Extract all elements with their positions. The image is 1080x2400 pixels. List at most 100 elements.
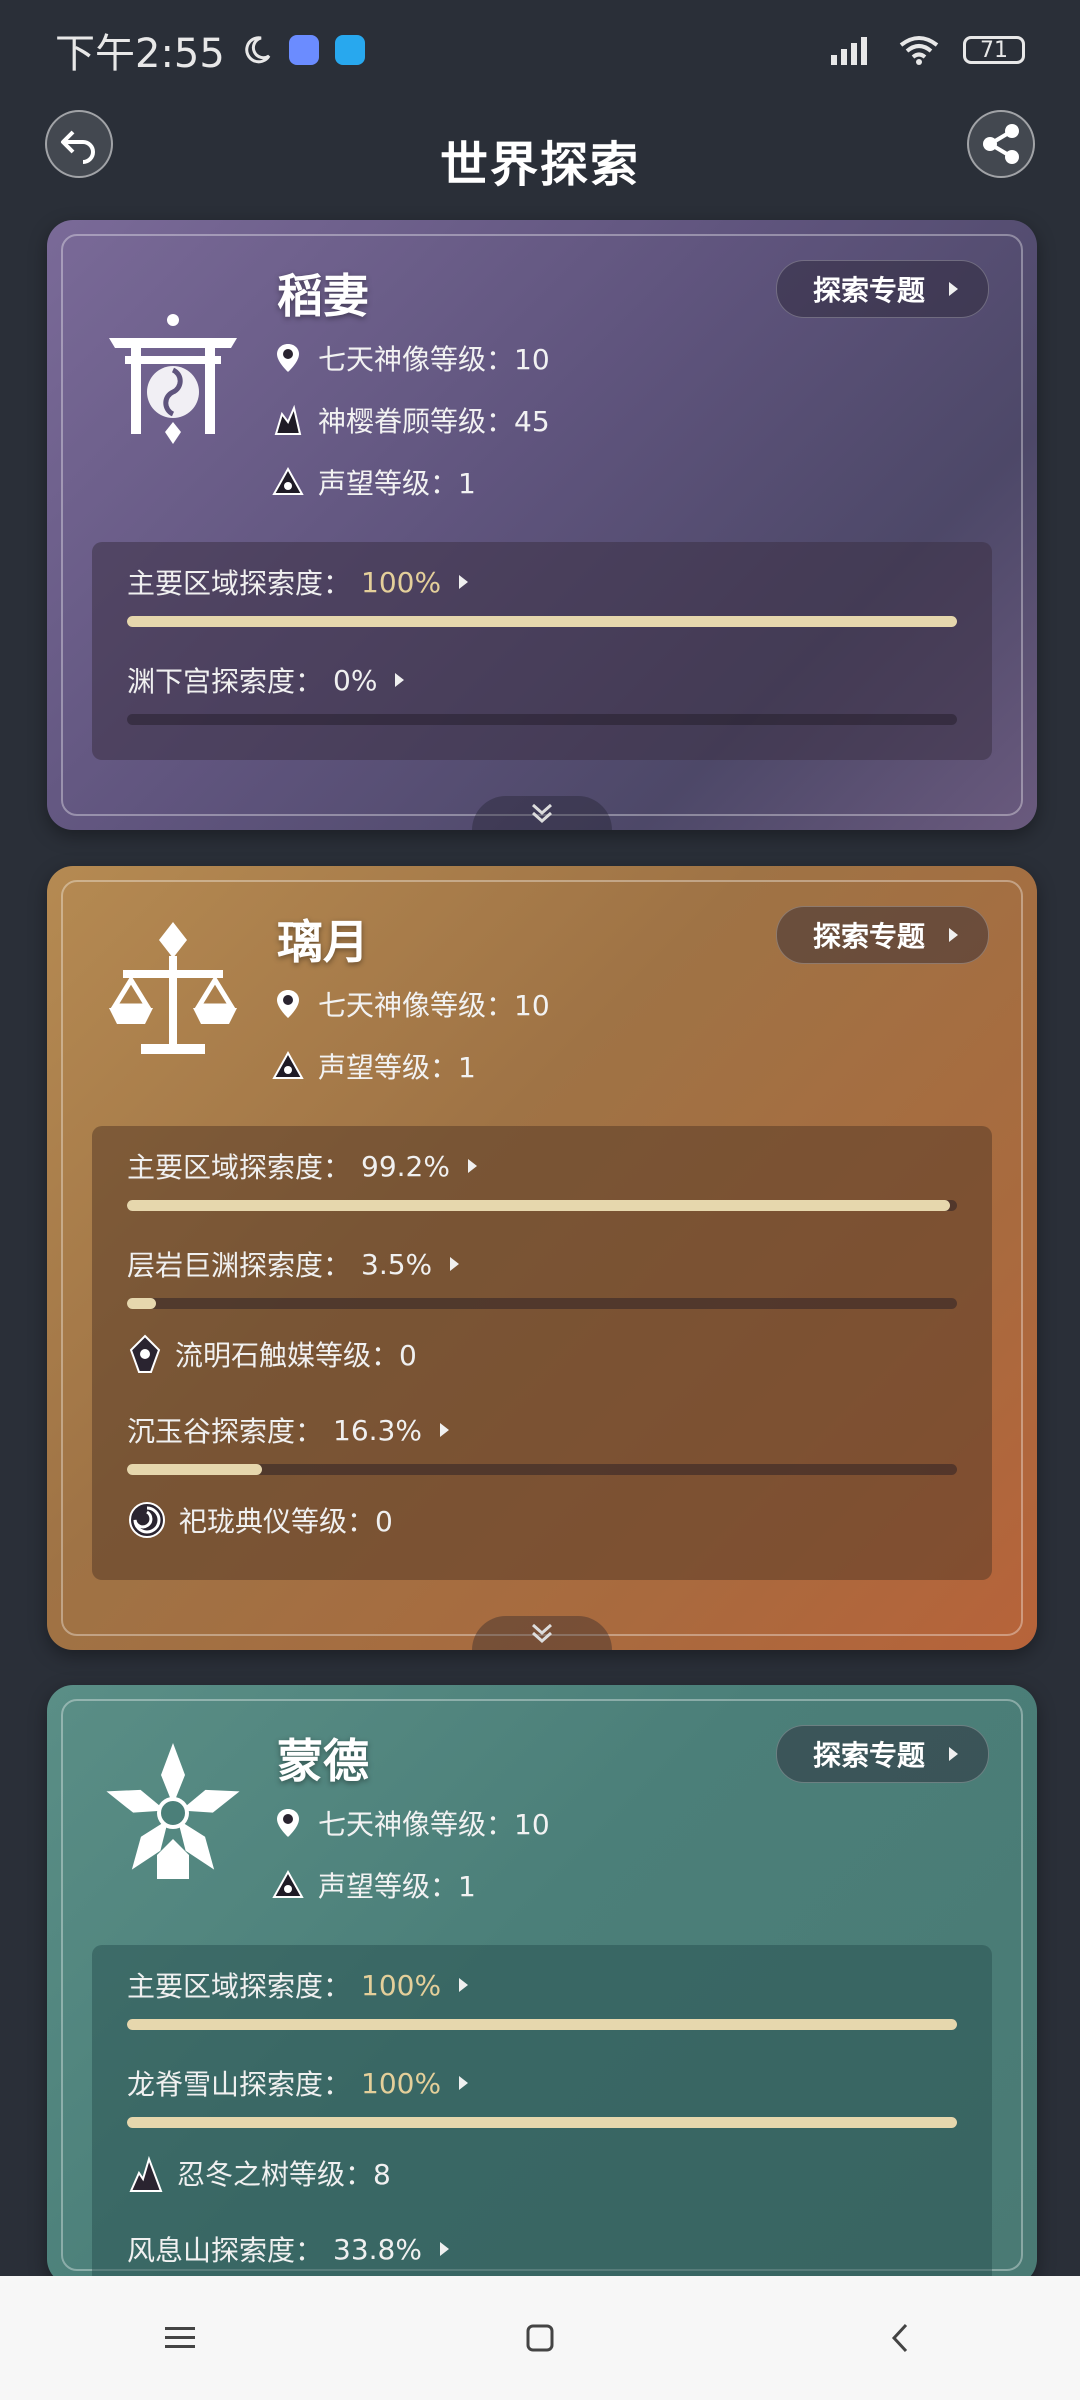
progress-bar xyxy=(127,1464,957,1475)
progress-link-windrest[interactable]: 风息山探索度： 33.8% xyxy=(127,2229,449,2269)
progress-label: 主要区域探索度： xyxy=(127,1970,352,2003)
region-card-liyue: 璃月 探索专题 七天神像等级：10 声望等级：1 主要区域探索度： 99.2% … xyxy=(47,866,1037,1650)
progress-fill xyxy=(127,1200,951,1211)
inazuma-emblem-icon xyxy=(109,314,237,444)
progress-link-chenyu[interactable]: 沉玉谷探索度： 16.3% xyxy=(127,1410,449,1450)
topic-label: 探索专题 xyxy=(812,1739,925,1772)
caret-right-icon xyxy=(439,1423,449,1437)
liyue-emblem-icon xyxy=(109,922,237,1054)
caret-right-icon xyxy=(395,673,405,687)
caret-right-icon xyxy=(450,1257,460,1271)
location-pin-icon xyxy=(277,1809,299,1837)
progress-link-enkanomiya[interactable]: 渊下宫探索度： 0% xyxy=(127,660,405,700)
progress-link-dragonspine[interactable]: 龙脊雪山探索度： 100% xyxy=(127,2063,469,2103)
status-time: 下午2:55 xyxy=(55,31,225,77)
rocket-app-icon xyxy=(334,35,365,65)
frostbearing-tree-icon xyxy=(129,2155,163,2192)
progress-value: 33.8% xyxy=(333,2232,422,2266)
progress-label: 沉玉谷探索度： xyxy=(127,1415,324,1448)
status-bar: 下午2:55 71 xyxy=(0,0,1080,100)
explore-topic-button[interactable]: 探索专题 xyxy=(775,1725,989,1783)
nav-back-button[interactable] xyxy=(855,2293,945,2383)
caret-right-icon xyxy=(467,1159,477,1173)
nav-menu-button[interactable] xyxy=(135,2293,225,2383)
lumenstone-icon xyxy=(129,1334,161,1373)
back-arrow-icon xyxy=(61,130,95,164)
reputation-icon xyxy=(272,1869,304,1898)
progress-bar xyxy=(127,616,957,627)
reputation-icon xyxy=(272,466,304,495)
stat-label: 七天神像等级：10 xyxy=(318,989,550,1022)
battery-level: 71 xyxy=(980,37,1008,63)
statue-level: 七天神像等级：10 xyxy=(272,1803,550,1843)
progress-fill xyxy=(127,2019,957,2030)
reputation-icon xyxy=(272,1050,304,1079)
sakura-level: 神樱眷顾等级：45 xyxy=(272,400,550,440)
progress-link-main[interactable]: 主要区域探索度： 99.2% xyxy=(127,1146,477,1186)
back-button[interactable] xyxy=(45,110,113,178)
share-button[interactable] xyxy=(967,110,1035,178)
progress-fill xyxy=(127,2117,957,2128)
caret-right-icon xyxy=(459,575,469,589)
statue-level: 七天神像等级：10 xyxy=(272,338,550,378)
region-name: 璃月 xyxy=(277,915,369,969)
chevron-left-icon xyxy=(891,2323,908,2353)
system-nav-bar xyxy=(0,2276,1080,2400)
progress-link-main[interactable]: 主要区域探索度： 100% xyxy=(127,562,469,602)
share-icon xyxy=(983,124,1019,164)
progress-value: 100% xyxy=(361,2066,442,2100)
location-pin-icon xyxy=(277,344,299,372)
stat-label: 七天神像等级：10 xyxy=(318,343,550,376)
level-label: 祀珑典仪等级：0 xyxy=(179,1505,393,1538)
explore-topic-button[interactable]: 探索专题 xyxy=(775,260,989,318)
rite-level: 祀珑典仪等级：0 xyxy=(127,1500,393,1540)
progress-label: 渊下宫探索度： xyxy=(127,665,324,698)
nav-home-button[interactable] xyxy=(495,2293,585,2383)
progress-label: 主要区域探索度： xyxy=(127,567,352,600)
signal-icon xyxy=(831,37,867,65)
rite-icon xyxy=(129,1502,165,1538)
sacred-sakura-icon xyxy=(274,404,302,435)
progress-fill xyxy=(127,616,957,627)
home-square-icon xyxy=(526,2324,554,2352)
explore-topic-button[interactable]: 探索专题 xyxy=(775,906,989,964)
chevron-double-down-icon xyxy=(532,1623,552,1644)
stat-label: 声望等级：1 xyxy=(318,1870,476,1903)
caret-right-icon xyxy=(459,2076,469,2090)
stat-label: 神樱眷顾等级：45 xyxy=(318,405,550,438)
progress-bar xyxy=(127,1200,957,1211)
chevron-double-down-icon xyxy=(532,803,552,824)
caret-right-icon xyxy=(949,1747,958,1761)
expand-button[interactable] xyxy=(472,1616,612,1650)
progress-link-main[interactable]: 主要区域探索度： 100% xyxy=(127,1965,469,2005)
region-name: 蒙德 xyxy=(277,1734,369,1788)
progress-value: 100% xyxy=(361,565,442,599)
status-right: 71 xyxy=(829,35,1025,65)
location-pin-icon xyxy=(277,990,299,1018)
progress-value: 100% xyxy=(361,1968,442,2002)
progress-value: 99.2% xyxy=(361,1149,450,1183)
caret-right-icon xyxy=(949,928,958,942)
progress-label: 主要区域探索度： xyxy=(127,1151,352,1184)
mondstadt-emblem-icon xyxy=(106,1743,240,1879)
statue-level: 七天神像等级：10 xyxy=(272,984,550,1024)
reputation-level: 声望等级：1 xyxy=(272,1046,476,1086)
expand-button[interactable] xyxy=(472,796,612,830)
page-header: 世界探索 xyxy=(0,100,1080,220)
progress-value: 0% xyxy=(333,663,378,697)
progress-fill xyxy=(127,1464,263,1475)
progress-bar xyxy=(127,2019,957,2030)
progress-bar xyxy=(127,2117,957,2128)
region-card-mondstadt: 蒙德 探索专题 七天神像等级：10 声望等级：1 主要区域探索度： 100% 龙… xyxy=(47,1685,1037,2285)
progress-label: 龙脊雪山探索度： xyxy=(127,2068,352,2101)
status-left: 下午2:55 xyxy=(55,21,365,79)
caret-right-icon xyxy=(439,2242,449,2256)
topic-label: 探索专题 xyxy=(812,920,925,953)
stat-label: 声望等级：1 xyxy=(318,1051,476,1084)
progress-link-chasm[interactable]: 层岩巨渊探索度： 3.5% xyxy=(127,1244,460,1284)
level-label: 忍冬之树等级：8 xyxy=(177,2158,391,2191)
stat-label: 声望等级：1 xyxy=(318,467,476,500)
caret-right-icon xyxy=(949,282,958,296)
page-title: 世界探索 xyxy=(439,137,640,193)
weather-app-icon xyxy=(288,35,319,65)
